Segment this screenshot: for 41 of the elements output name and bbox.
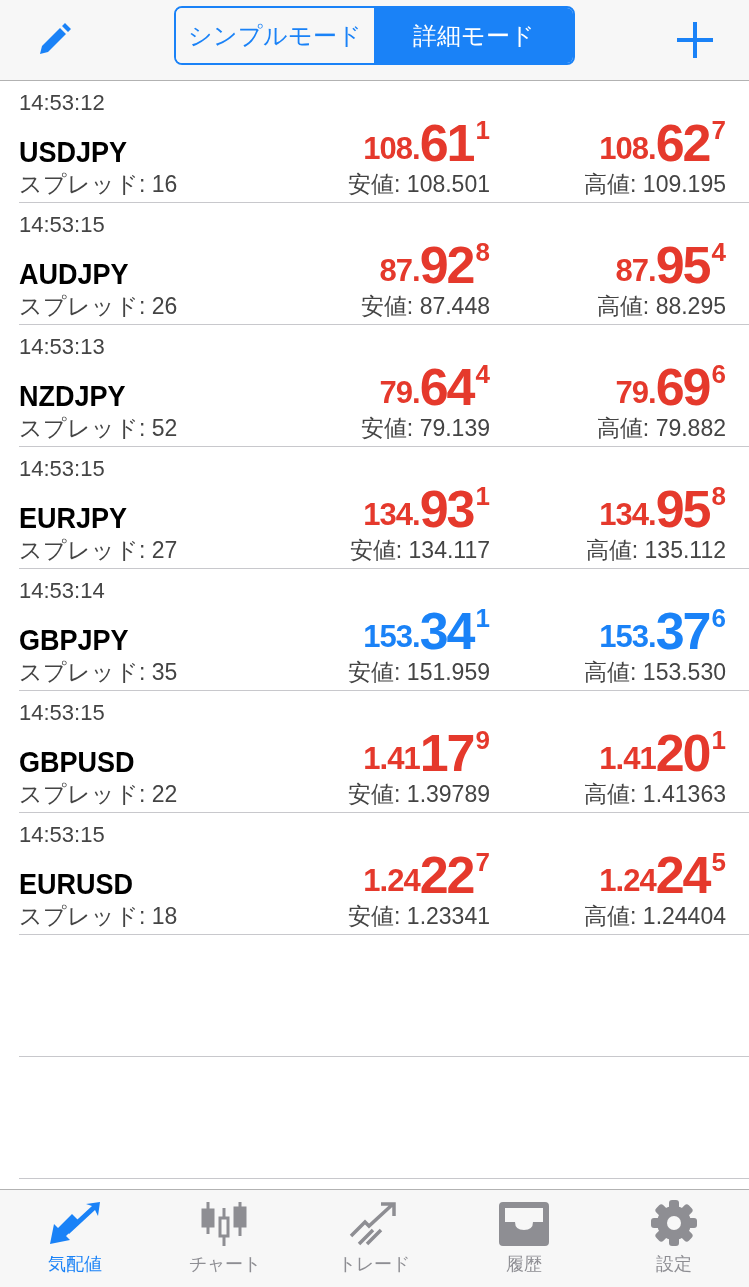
spread-label: スプレッド: 52 [19,413,179,443]
quote-time: 14:53:15 [19,698,106,727]
tab-item[interactable]: 気配値 [0,1189,150,1287]
low-price: 安値: 1.39789 [348,779,490,809]
quote-time: 14:53:15 [19,210,106,239]
quote-time: 14:53:15 [19,820,106,849]
symbol-name[interactable]: EURJPY [19,500,128,535]
symbol-name[interactable]: NZDJPY [19,378,126,413]
mode-tab[interactable]: 詳細モード [375,8,573,64]
high-price: 高値: 1.41363 [584,779,726,809]
quote-time: 14:53:13 [19,332,106,361]
mode-tab[interactable]: シンプルモード [176,8,376,64]
low-price: 安値: 79.139 [360,413,490,443]
arrows-icon [47,1199,102,1246]
symbol-name[interactable]: USDJPY [19,134,128,169]
spread-label: スプレッド: 18 [19,901,179,931]
low-price: 安値: 151.959 [348,657,490,687]
quote-time: 14:53:14 [19,576,106,605]
add-icon[interactable] [675,19,715,60]
low-price: 安値: 134.117 [349,535,490,565]
symbol-name[interactable]: GBPUSD [19,744,135,779]
high-price: 高値: 153.530 [584,657,726,687]
symbol-name[interactable]: GBPJPY [19,622,129,657]
spread-label: スプレッド: 35 [19,657,179,687]
high-price: 高値: 135.112 [585,535,726,565]
inbox-icon [497,1199,552,1246]
spread-label: スプレッド: 22 [19,779,179,809]
high-price: 高値: 1.24404 [584,901,726,931]
high-price: 高値: 79.882 [596,413,726,443]
symbol-name[interactable]: EURUSD [19,866,133,901]
high-price: 高値: 109.195 [584,169,726,199]
low-price: 安値: 108.501 [348,169,490,199]
quote-time: 14:53:15 [19,454,106,483]
low-price: 安値: 1.23341 [348,901,490,931]
spread-label: スプレッド: 16 [19,169,179,199]
quote-time: 14:53:12 [19,88,106,117]
spread-label: スプレッド: 27 [19,535,179,565]
symbol-name[interactable]: AUDJPY [19,256,129,291]
low-price: 安値: 87.448 [360,291,490,321]
high-price: 高値: 88.295 [596,291,726,321]
spread-label: スプレッド: 26 [19,291,179,321]
